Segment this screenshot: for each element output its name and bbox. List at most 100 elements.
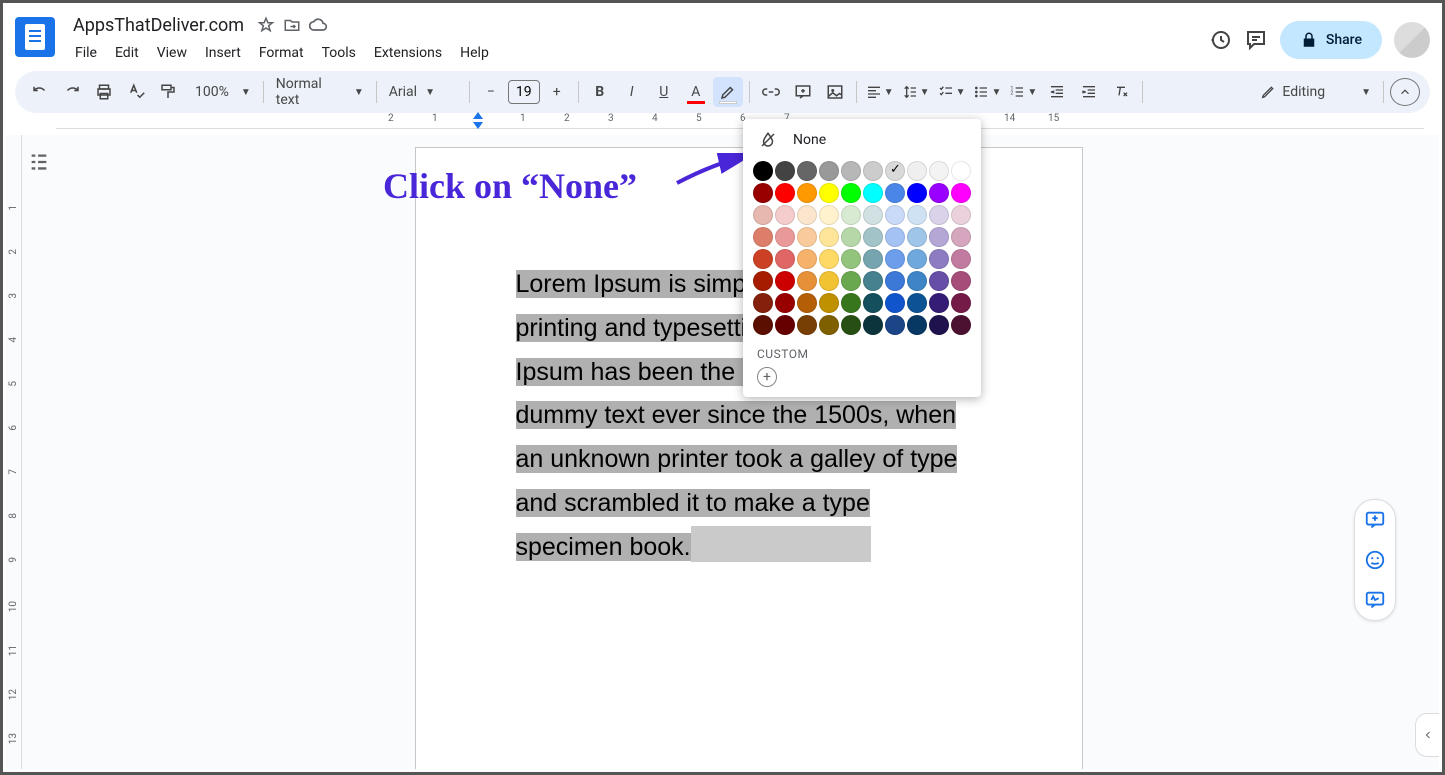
color-swatch[interactable] — [885, 271, 905, 291]
insert-link-button[interactable] — [756, 77, 786, 107]
color-swatch[interactable] — [841, 315, 861, 335]
menu-help[interactable]: Help — [452, 41, 497, 65]
menu-extensions[interactable]: Extensions — [366, 41, 450, 65]
color-swatch[interactable] — [753, 271, 773, 291]
color-swatch[interactable] — [885, 315, 905, 335]
side-emoji-button[interactable] — [1355, 540, 1395, 580]
color-swatch[interactable] — [929, 271, 949, 291]
highlight-color-button[interactable] — [713, 77, 743, 107]
menu-format[interactable]: Format — [251, 41, 312, 65]
color-swatch[interactable] — [907, 227, 927, 247]
color-swatch[interactable] — [863, 315, 883, 335]
share-button[interactable]: Share — [1280, 21, 1382, 59]
text-line[interactable]: an unknown printer took a galley of type — [516, 445, 958, 473]
color-swatch[interactable] — [863, 227, 883, 247]
decrease-font-button[interactable]: − — [476, 77, 506, 107]
comments-icon[interactable] — [1244, 28, 1268, 52]
text-line[interactable]: dummy text ever since the 1500s, when — [516, 401, 957, 429]
bullet-list-button[interactable]: ▼ — [970, 77, 1004, 107]
color-swatch[interactable] — [775, 315, 795, 335]
redo-button[interactable] — [57, 77, 87, 107]
show-side-panel-button[interactable] — [1415, 713, 1439, 757]
star-icon[interactable] — [256, 15, 276, 35]
side-suggest-button[interactable] — [1355, 580, 1395, 620]
color-swatch[interactable] — [929, 315, 949, 335]
color-swatch[interactable] — [775, 271, 795, 291]
color-swatch[interactable] — [775, 161, 795, 181]
color-swatch[interactable] — [929, 227, 949, 247]
side-add-comment-button[interactable] — [1355, 500, 1395, 540]
color-swatch[interactable] — [885, 293, 905, 313]
color-swatch[interactable] — [775, 205, 795, 225]
color-swatch[interactable] — [907, 293, 927, 313]
color-swatch[interactable] — [951, 183, 971, 203]
color-swatch[interactable] — [907, 183, 927, 203]
docs-logo[interactable] — [15, 17, 55, 57]
color-swatch[interactable] — [907, 271, 927, 291]
color-swatch[interactable] — [775, 227, 795, 247]
color-swatch[interactable] — [929, 161, 949, 181]
menu-tools[interactable]: Tools — [314, 41, 364, 65]
color-swatch[interactable] — [819, 227, 839, 247]
color-swatch[interactable] — [885, 183, 905, 203]
color-swatch[interactable] — [797, 249, 817, 269]
menu-edit[interactable]: Edit — [107, 41, 147, 65]
color-swatch[interactable] — [753, 293, 773, 313]
color-swatch[interactable] — [775, 293, 795, 313]
color-swatch[interactable] — [951, 315, 971, 335]
color-swatch[interactable] — [819, 205, 839, 225]
undo-button[interactable] — [25, 77, 55, 107]
color-swatch[interactable] — [907, 315, 927, 335]
color-swatch[interactable] — [863, 293, 883, 313]
line-spacing-button[interactable]: ▼ — [899, 77, 933, 107]
color-swatch[interactable] — [885, 227, 905, 247]
print-button[interactable] — [89, 77, 119, 107]
color-swatch[interactable] — [907, 161, 927, 181]
clear-formatting-button[interactable] — [1106, 77, 1136, 107]
color-swatch[interactable] — [753, 315, 773, 335]
color-swatch[interactable] — [819, 161, 839, 181]
color-swatch[interactable] — [885, 161, 905, 181]
text-line[interactable]: and scrambled it to make a type — [516, 489, 870, 517]
paint-format-button[interactable] — [153, 77, 183, 107]
checklist-button[interactable]: ▼ — [935, 77, 969, 107]
align-button[interactable]: ▼ — [863, 77, 897, 107]
color-swatch[interactable] — [841, 183, 861, 203]
menu-view[interactable]: View — [149, 41, 195, 65]
color-swatch[interactable] — [951, 161, 971, 181]
text-line[interactable]: specimen book. — [516, 533, 691, 561]
color-swatch[interactable] — [797, 161, 817, 181]
history-icon[interactable] — [1208, 28, 1232, 52]
insert-image-button[interactable] — [820, 77, 850, 107]
insert-comment-button[interactable] — [788, 77, 818, 107]
color-swatch[interactable] — [753, 249, 773, 269]
highlight-none-option[interactable]: None — [743, 119, 981, 161]
color-swatch[interactable] — [907, 205, 927, 225]
color-swatch[interactable] — [819, 315, 839, 335]
text-color-button[interactable]: A — [681, 77, 711, 107]
color-swatch[interactable] — [819, 293, 839, 313]
color-swatch[interactable] — [951, 293, 971, 313]
color-swatch[interactable] — [841, 249, 861, 269]
move-icon[interactable] — [282, 15, 302, 35]
color-swatch[interactable] — [863, 161, 883, 181]
left-indent[interactable] — [473, 122, 483, 129]
color-swatch[interactable] — [929, 205, 949, 225]
color-swatch[interactable] — [753, 227, 773, 247]
menu-insert[interactable]: Insert — [197, 41, 249, 65]
color-swatch[interactable] — [797, 315, 817, 335]
color-swatch[interactable] — [841, 293, 861, 313]
color-swatch[interactable] — [797, 205, 817, 225]
paragraph-style-select[interactable]: Normal text▼ — [270, 77, 370, 107]
color-swatch[interactable] — [863, 249, 883, 269]
color-swatch[interactable] — [907, 249, 927, 269]
color-swatch[interactable] — [797, 183, 817, 203]
color-swatch[interactable] — [753, 205, 773, 225]
editing-mode-select[interactable]: Editing▼ — [1254, 77, 1377, 107]
color-swatch[interactable] — [841, 227, 861, 247]
italic-button[interactable]: I — [617, 77, 647, 107]
color-swatch[interactable] — [885, 205, 905, 225]
account-avatar[interactable] — [1394, 22, 1430, 58]
increase-font-button[interactable]: + — [542, 77, 572, 107]
color-swatch[interactable] — [951, 249, 971, 269]
